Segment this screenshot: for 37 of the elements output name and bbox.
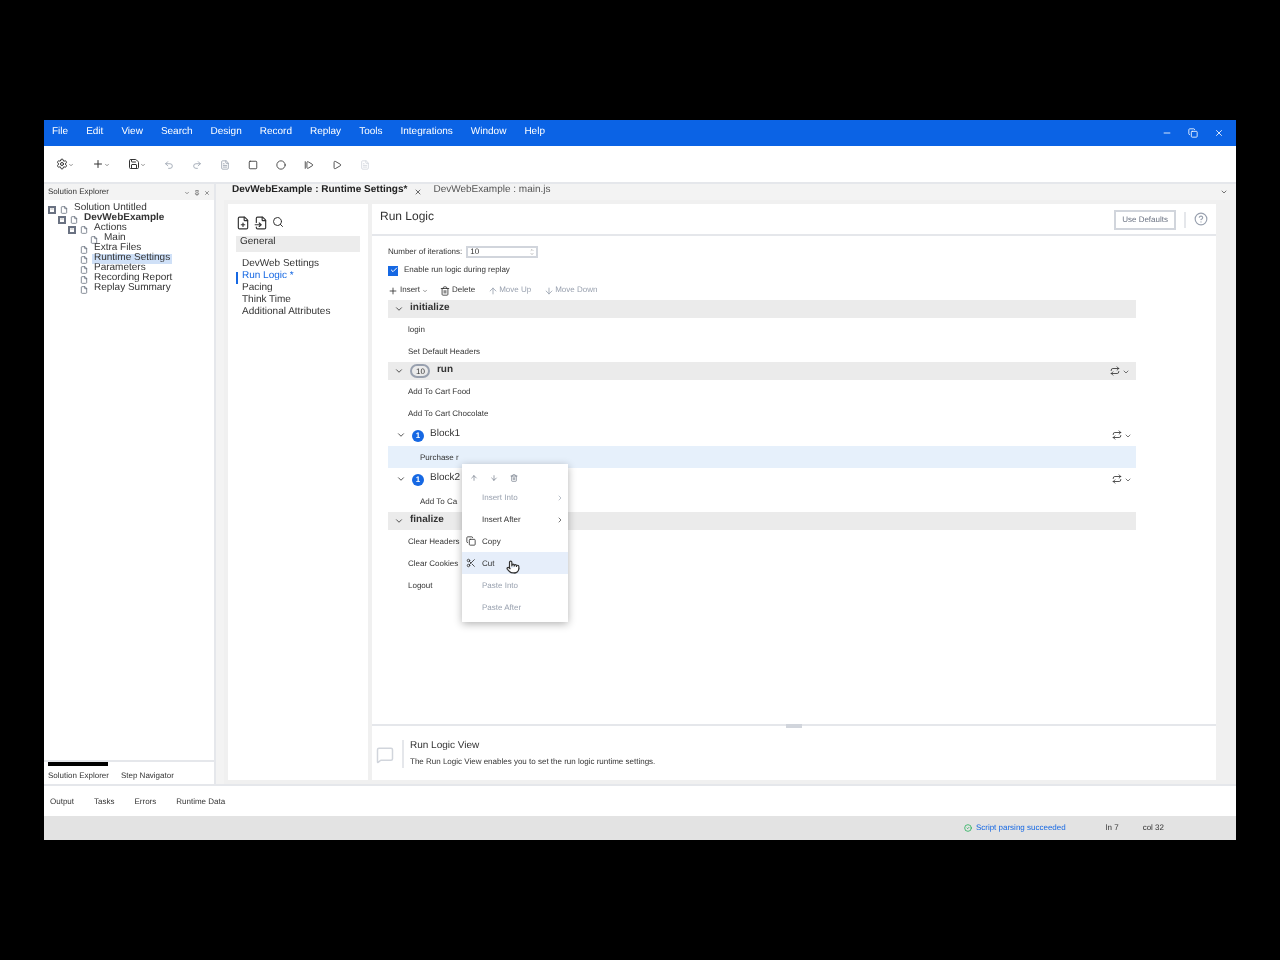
- repeat-icon: [1110, 366, 1120, 376]
- minimize-icon[interactable]: [1162, 128, 1172, 138]
- step-icon[interactable]: [304, 159, 314, 169]
- pin-icon[interactable]: [194, 189, 200, 195]
- collapse-icon: [394, 366, 404, 376]
- repeat-icon: [1112, 430, 1122, 440]
- success-icon: [963, 824, 972, 832]
- collapse-icon[interactable]: [68, 225, 76, 233]
- scissors-icon: [466, 558, 476, 568]
- search-icon[interactable]: [272, 216, 284, 228]
- plus-icon: [388, 285, 398, 295]
- collapse-icon[interactable]: [58, 215, 66, 223]
- arrow-up-icon[interactable]: [470, 473, 478, 481]
- export-icon[interactable]: [236, 216, 250, 230]
- comment-icon: [376, 745, 394, 763]
- import-icon[interactable]: [254, 216, 268, 230]
- copy-icon: [466, 536, 476, 546]
- checkbox[interactable]: [388, 265, 398, 275]
- collapse-icon[interactable]: [396, 430, 406, 440]
- play-icon[interactable]: [332, 159, 342, 169]
- stop-icon[interactable]: [248, 159, 258, 169]
- hand-cursor-icon: [506, 560, 520, 574]
- splitter-handle[interactable]: [786, 724, 802, 728]
- trash-icon[interactable]: [510, 473, 518, 481]
- collapse-icon[interactable]: [48, 205, 56, 213]
- arrow-up-icon: [487, 285, 498, 295]
- document-icon[interactable]: [220, 159, 230, 169]
- collapse-icon: [394, 516, 404, 526]
- record-icon[interactable]: [276, 159, 286, 169]
- collapse-icon[interactable]: [396, 474, 406, 484]
- arrow-down-icon[interactable]: [490, 473, 498, 481]
- repeat-icon: [1112, 474, 1122, 484]
- trash-icon: [440, 285, 451, 295]
- collapse-icon: [394, 304, 404, 314]
- arrow-down-icon: [543, 285, 554, 295]
- help-icon[interactable]: [1194, 212, 1208, 226]
- restore-icon[interactable]: [1188, 128, 1198, 138]
